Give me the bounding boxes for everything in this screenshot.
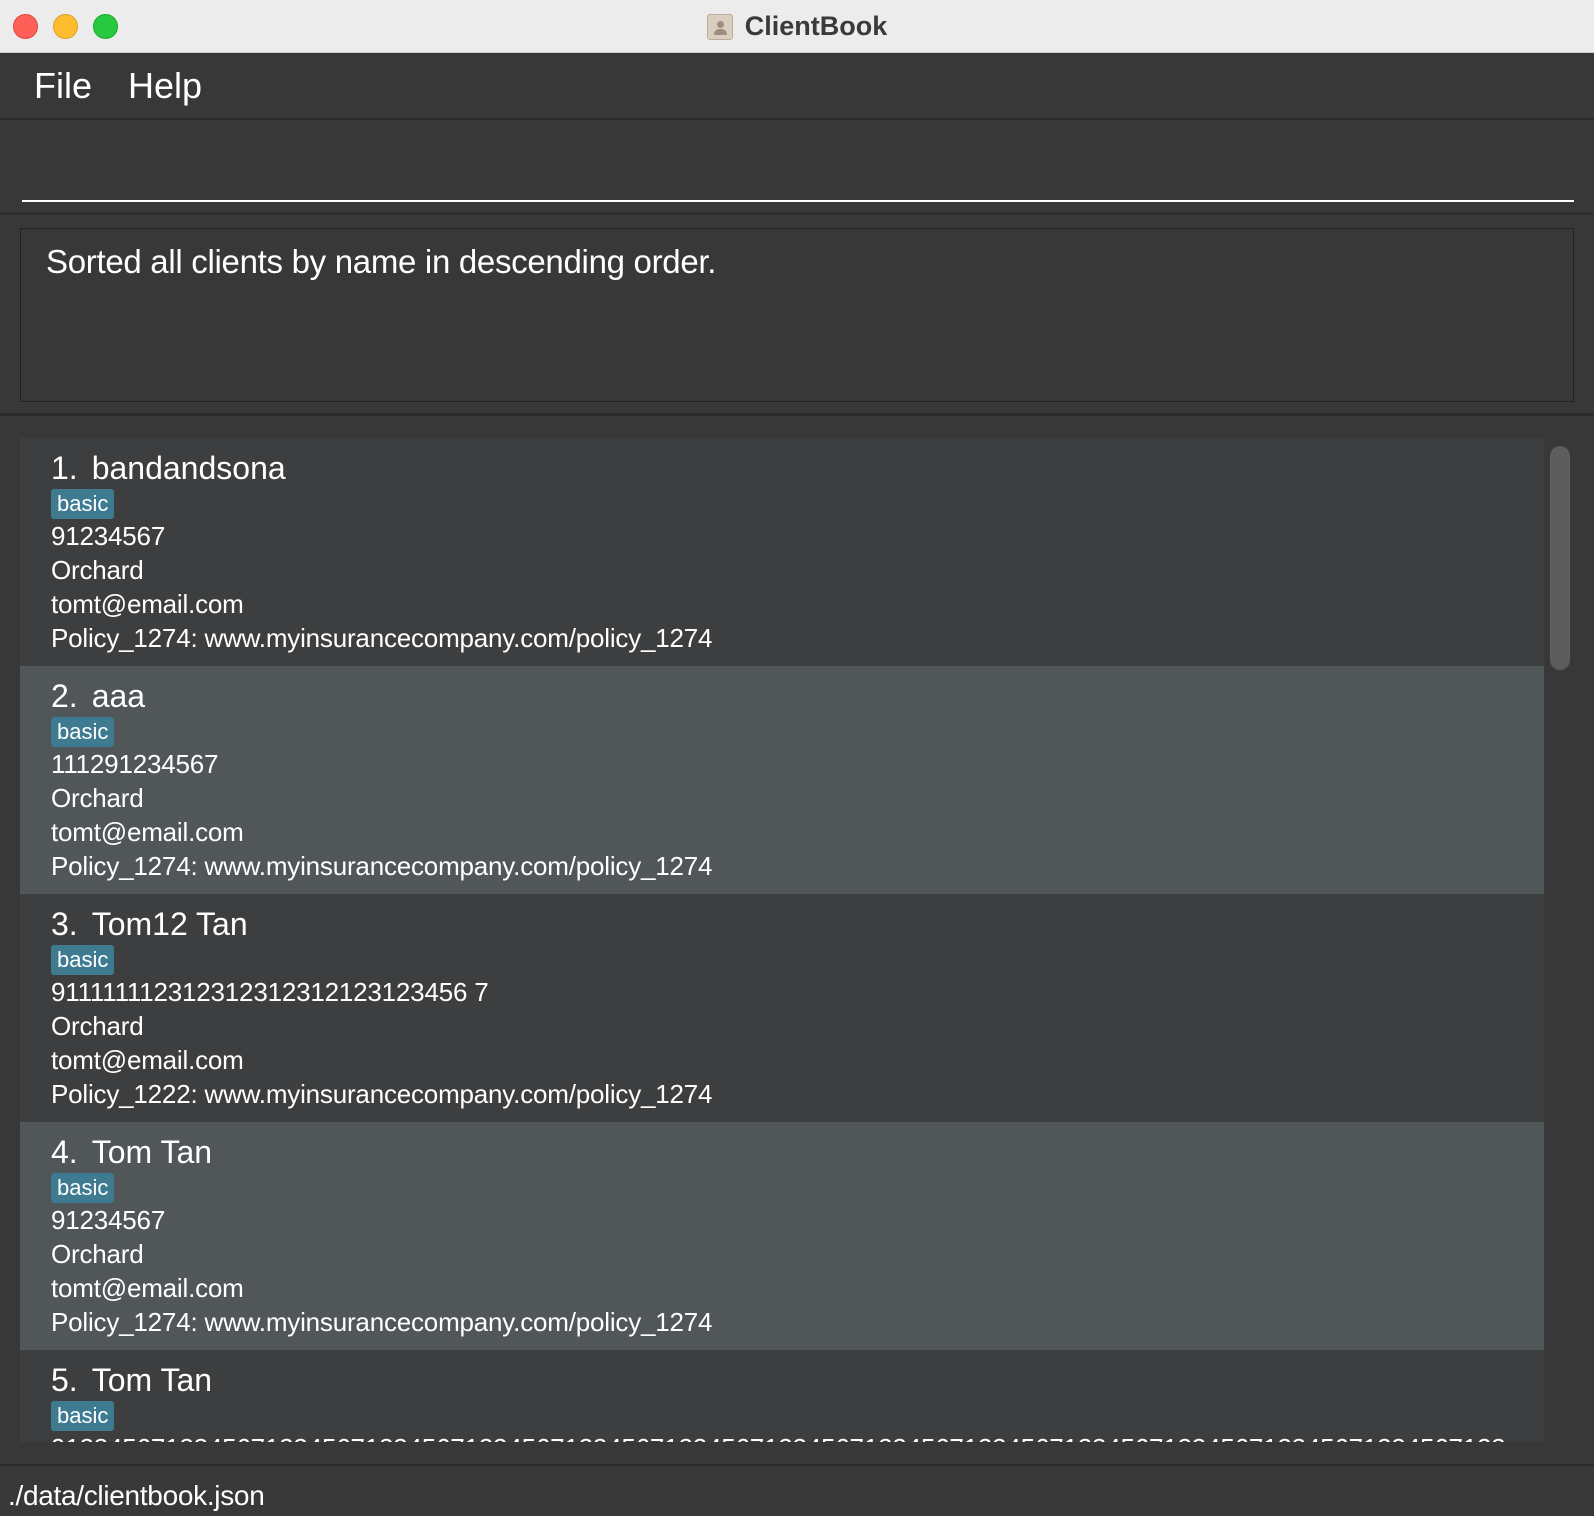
list-scrollbar-thumb[interactable] (1550, 446, 1570, 670)
client-policy: Policy_1274: www.myinsurancecompany.com/… (51, 623, 713, 653)
client-email: tomt@email.com (51, 589, 244, 619)
client-name: bandandsona (91, 450, 286, 486)
client-email: tomt@email.com (51, 1045, 244, 1075)
client-card[interactable]: 5. Tom Tan basic 912345671234567123456712… (20, 1350, 1544, 1442)
save-file-path: ./data/clientbook.json (8, 1480, 265, 1511)
client-header: 1. bandandsona (51, 450, 286, 487)
client-list[interactable]: 1. bandandsona basic 91234567 Orchard tom… (20, 438, 1574, 1442)
command-box (0, 120, 1594, 215)
client-phone: 911111112312312312312123123456 7 (51, 977, 489, 1007)
contact-book-icon (706, 13, 733, 40)
window-title: ClientBook (744, 11, 888, 41)
client-card[interactable]: 3. Tom12 Tan basic 9111111123123123123121… (20, 894, 1544, 1122)
result-display: Sorted all clients by name in descending… (20, 228, 1574, 402)
menu-bar: File Help (0, 53, 1594, 120)
client-tag: basic (51, 717, 115, 747)
client-address: Orchard (51, 1239, 144, 1269)
client-header: 4. Tom Tan (51, 1134, 212, 1171)
client-name: Tom Tan (91, 1362, 213, 1398)
client-tag: basic (51, 945, 115, 975)
client-header: 2. aaa (51, 678, 145, 715)
client-phone: 9123456712345671234567123456712345671234… (51, 1433, 1511, 1442)
client-index: 3. (51, 906, 78, 942)
client-name: Tom Tan (91, 1134, 213, 1170)
close-window-button[interactable] (13, 14, 38, 39)
client-index: 1. (51, 450, 78, 486)
client-policy: Policy_1274: www.myinsurancecompany.com/… (51, 851, 713, 881)
menu-help[interactable]: Help (128, 65, 202, 107)
client-header: 5. Tom Tan (51, 1362, 212, 1399)
status-bar: ./data/clientbook.json (0, 1464, 1594, 1516)
client-phone: 111291234567 (51, 749, 219, 779)
client-policy: Policy_1222: www.myinsurancecompany.com/… (51, 1079, 713, 1109)
client-address: Orchard (51, 1011, 144, 1041)
client-address: Orchard (51, 555, 144, 585)
client-phone: 91234567 (51, 521, 166, 551)
client-tag: basic (51, 1401, 115, 1431)
command-input[interactable] (22, 120, 1574, 202)
client-index: 2. (51, 678, 78, 714)
app-window: ClientBook File Help Sorted all clients … (0, 0, 1594, 1516)
client-email: tomt@email.com (51, 817, 244, 847)
client-header: 3. Tom12 Tan (51, 906, 248, 943)
client-policy: Policy_1274: www.myinsurancecompany.com/… (51, 1307, 713, 1337)
menu-file[interactable]: File (34, 65, 92, 107)
panel-divider (0, 413, 1594, 416)
client-card[interactable]: 4. Tom Tan basic 91234567 Orchard tomt@em… (20, 1122, 1544, 1350)
client-name: aaa (91, 678, 146, 714)
result-message: Sorted all clients by name in descending… (46, 243, 717, 280)
client-card[interactable]: 2. aaa basic 111291234567 Orchard tomt@em… (20, 666, 1544, 894)
title-bar: ClientBook (0, 0, 1594, 53)
client-tag: basic (51, 489, 115, 519)
client-index: 5. (51, 1362, 78, 1398)
client-address: Orchard (51, 783, 144, 813)
client-index: 4. (51, 1134, 78, 1170)
minimize-window-button[interactable] (53, 14, 78, 39)
maximize-window-button[interactable] (93, 14, 118, 39)
client-tag: basic (51, 1173, 115, 1203)
client-phone: 91234567 (51, 1205, 166, 1235)
client-card[interactable]: 1. bandandsona basic 91234567 Orchard tom… (20, 438, 1544, 666)
client-email: tomt@email.com (51, 1273, 244, 1303)
client-name: Tom12 Tan (91, 906, 248, 942)
